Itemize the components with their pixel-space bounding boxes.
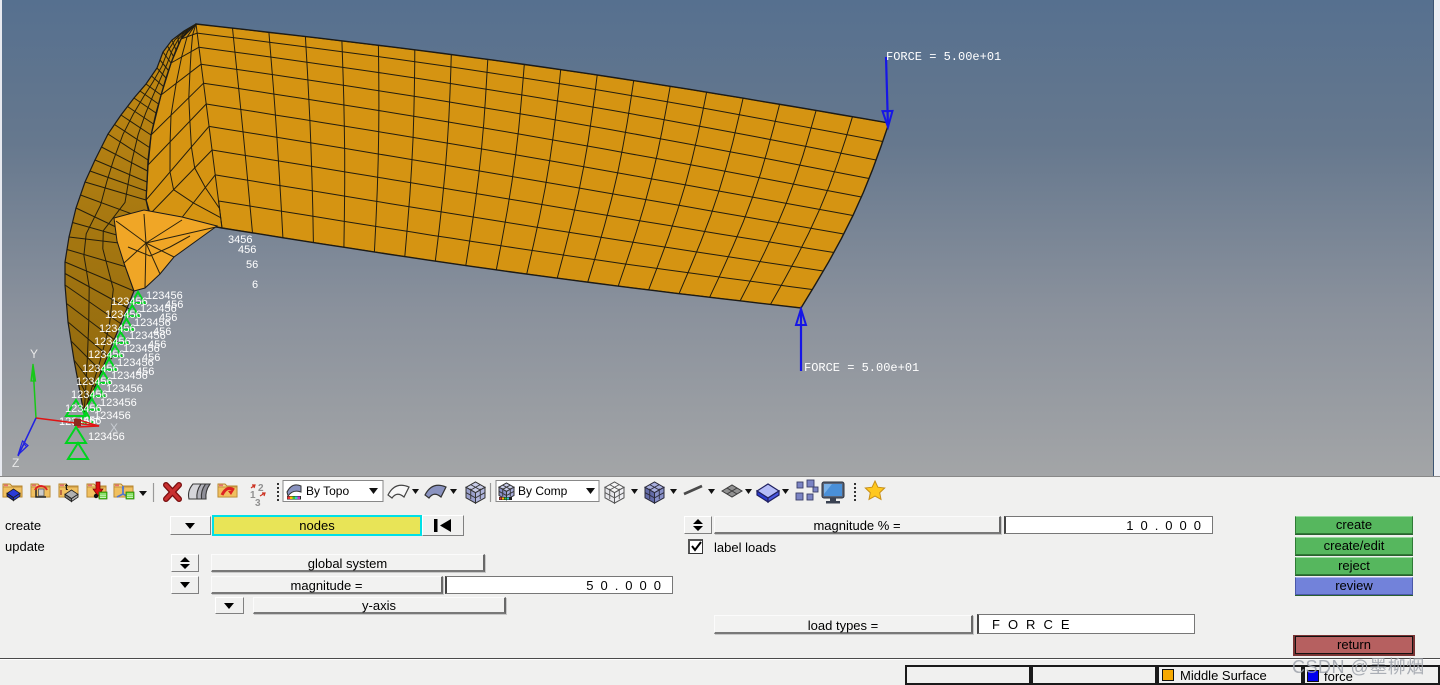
svg-text:FORCE = 5.00e+01: FORCE = 5.00e+01 (886, 50, 1001, 64)
svg-text:3: 3 (255, 498, 261, 509)
svg-text:123456: 123456 (100, 397, 137, 409)
svg-text:123456: 123456 (88, 431, 125, 443)
svg-text:FORCE = 5.00e+01: FORCE = 5.00e+01 (804, 361, 919, 375)
svg-text:123456: 123456 (111, 370, 148, 382)
svg-text:6: 6 (252, 279, 258, 291)
svg-text:t: t (65, 482, 68, 492)
svg-text:By Comp: By Comp (518, 484, 568, 498)
svg-text:3456: 3456 (228, 234, 252, 246)
svg-text:2: 2 (258, 483, 264, 494)
svg-text:Y: Y (30, 347, 38, 361)
svg-text:By Topo: By Topo (306, 484, 349, 498)
svg-text:Z: Z (12, 456, 19, 470)
svg-text:X: X (110, 421, 118, 435)
svg-text:56: 56 (246, 259, 258, 271)
svg-text:123456: 123456 (106, 383, 143, 395)
